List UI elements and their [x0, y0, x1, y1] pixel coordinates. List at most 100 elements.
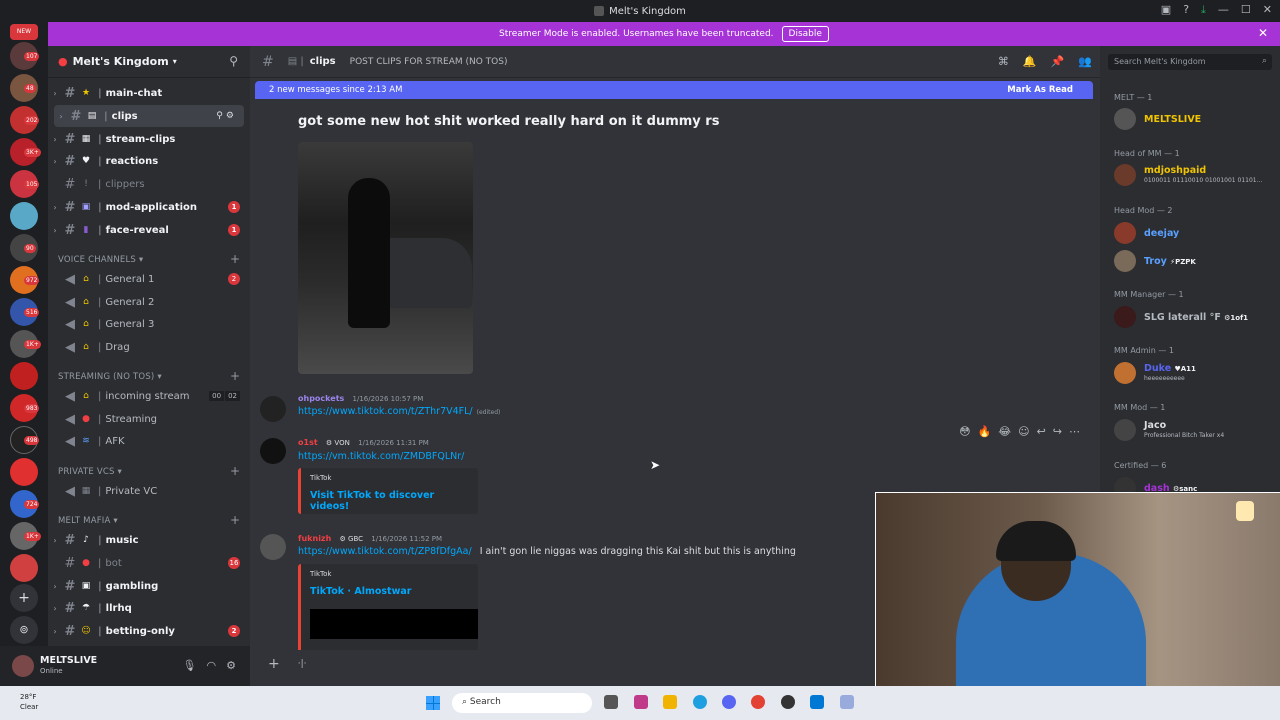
discord-icon[interactable] [722, 695, 736, 709]
hash-icon: # [262, 53, 274, 70]
member-list-icon[interactable]: 👥 [1078, 55, 1092, 68]
close-window-button[interactable]: ✕ [1263, 3, 1272, 17]
bell-icon[interactable]: 🔔 [1023, 55, 1037, 68]
server-icon[interactable] [10, 362, 38, 390]
member-item[interactable]: deejay [1110, 219, 1280, 249]
pin-icon[interactable]: 📌 [1051, 55, 1065, 68]
embed-video-thumbnail[interactable] [310, 609, 478, 639]
headphones-icon[interactable]: ◠ [207, 659, 217, 672]
add-reaction-icon[interactable]: ☺ [1018, 425, 1029, 438]
channel-item-active[interactable]: › # ▤ | clips ⚲ ⚙ [54, 105, 244, 127]
new-messages-bar[interactable]: 2 new messages since 2:13 AM Mark As Rea… [255, 81, 1093, 99]
add-server-icon[interactable]: + [10, 584, 38, 612]
channel-item[interactable]: › # ♪ | music [48, 529, 250, 551]
disable-button[interactable]: Disable [781, 26, 829, 42]
close-icon[interactable]: ✕ [1258, 26, 1268, 40]
server-icon[interactable]: NEW [10, 24, 38, 40]
inbox-icon[interactable]: ▣ [1161, 3, 1171, 17]
add-channel-icon[interactable]: + [230, 513, 240, 527]
avatar[interactable] [260, 396, 286, 422]
weather-widget[interactable]: 28°F Clear [20, 692, 38, 712]
settings-icon[interactable]: ⚲ ⚙ [216, 111, 234, 121]
channel-item[interactable]: # ● | bot 16 [48, 552, 250, 574]
taskbar-search[interactable]: ⌕ Search [452, 693, 592, 713]
private-category[interactable]: PRIVATE VCS ▾ + [58, 464, 240, 478]
message-link[interactable]: https://www.tiktok.com/t/ZP8fDfgAa/ [298, 546, 472, 557]
member-item[interactable]: Troy ⚡PZPK [1110, 247, 1280, 277]
gear-icon[interactable]: ⚙ [226, 659, 236, 672]
add-channel-icon[interactable]: + [230, 369, 240, 383]
avatar[interactable] [260, 438, 286, 464]
voice-channel-item[interactable]: ◀ ≋ | AFK [48, 430, 250, 452]
mark-as-read-button[interactable]: Mark As Read [1007, 85, 1073, 95]
channel-item[interactable]: › # ☂ | llrhq [48, 597, 250, 619]
chrome-icon[interactable] [751, 695, 765, 709]
message-link[interactable]: https://vm.tiktok.com/ZMDBFQLNr/ [298, 451, 464, 462]
streaming-category[interactable]: STREAMING (NO TOS) ▾ + [58, 369, 240, 383]
server-icon[interactable] [10, 554, 38, 582]
minimize-button[interactable]: — [1218, 3, 1229, 17]
channel-item[interactable]: › # ♥ | reactions [48, 150, 250, 172]
voice-channel-item[interactable]: ◀ ⌂ | General 2 [48, 291, 250, 313]
channel-item[interactable]: › # ☺ | betting-only 2 [48, 620, 250, 642]
reaction-laugh-icon[interactable]: 😂 [998, 425, 1011, 438]
avatar[interactable] [12, 655, 34, 677]
app-icon[interactable] [634, 695, 648, 709]
add-channel-icon[interactable]: + [230, 252, 240, 266]
member-item[interactable]: Jaco Professional Bitch Taker x4 [1110, 416, 1280, 446]
add-member-icon[interactable]: ⚲ [229, 54, 238, 68]
channel-item[interactable]: # ! | clippers [48, 173, 250, 195]
voice-record-icon[interactable]: ·|· [298, 659, 307, 669]
embed-title[interactable]: TikTok · Almostwar [310, 586, 469, 597]
member-item[interactable]: SLG laterall °F ⚙1of1 [1110, 303, 1280, 333]
voice-channel-item[interactable]: ◀ ⌂ | General 3 [48, 313, 250, 335]
download-icon[interactable]: ⤓ [1201, 3, 1206, 17]
server-icon[interactable] [10, 458, 38, 486]
server-icon[interactable] [10, 202, 38, 230]
video-attachment[interactable] [298, 142, 473, 374]
voice-channel-item[interactable]: ◀ ⌂ | Drag [48, 336, 250, 358]
task-view-icon[interactable] [604, 695, 618, 709]
mafia-category[interactable]: MELT MAFIA ▾ + [58, 513, 240, 527]
channel-emoji-icon: ▤ | [287, 56, 304, 67]
channel-item[interactable]: › # ▦ | stream-clips [48, 128, 250, 150]
voice-channel-item[interactable]: ◀ ● | Streaming [48, 408, 250, 430]
channel-item[interactable]: › # ★ | main-chat [48, 82, 250, 104]
channel-item[interactable]: › # ▣ | gambling [48, 575, 250, 597]
member-item[interactable]: MELTSLIVE [1110, 105, 1280, 135]
reply-icon[interactable]: ↩ [1037, 425, 1046, 438]
channel-item[interactable]: › # ▣ | mod-application 1 [48, 196, 250, 218]
microphone-icon[interactable]: 🎙 [183, 659, 197, 672]
start-button[interactable] [426, 696, 440, 710]
more-icon[interactable]: ⋯ [1069, 425, 1080, 438]
voice-channel-item[interactable]: ◀ ⌂ | incoming stream 00 02 [48, 385, 250, 407]
add-attachment-icon[interactable]: + [268, 656, 280, 672]
reaction-fire-icon[interactable]: 🔥 [978, 425, 992, 438]
username[interactable]: ohpockets [298, 394, 344, 403]
search-input[interactable]: Search Melt's Kingdom ⌕ [1108, 54, 1272, 70]
voice-category[interactable]: VOICE CHANNELS ▾ + [58, 252, 240, 266]
edge-icon[interactable] [693, 695, 707, 709]
member-item[interactable]: mdjoshpaid 0100011 01110010 01001001 011… [1110, 161, 1280, 191]
store-icon[interactable] [810, 695, 824, 709]
username[interactable]: fuknizh [298, 534, 331, 543]
maximize-button[interactable]: ☐ [1241, 3, 1251, 17]
file-explorer-icon[interactable] [663, 695, 677, 709]
voice-channel-item[interactable]: ◀ ⌂ | General 1 2 [48, 268, 250, 290]
add-channel-icon[interactable]: + [230, 464, 240, 478]
embed-title[interactable]: Visit TikTok to discover videos! [310, 490, 469, 512]
username[interactable]: o1st [298, 438, 318, 447]
message-link[interactable]: https://www.tiktok.com/t/ZThr7V4FL/ [298, 406, 473, 417]
discover-icon[interactable]: ⊚ [10, 616, 38, 644]
reaction-flushed-icon[interactable]: 😳 [959, 425, 970, 438]
avatar[interactable] [260, 534, 286, 560]
channel-item[interactable]: › # ▮ | face-reveal 1 [48, 219, 250, 241]
guild-header[interactable]: ● Melt's Kingdom ▾ ⚲ [48, 46, 250, 78]
obs-icon[interactable] [781, 695, 795, 709]
threads-icon[interactable]: ⌘ [998, 55, 1009, 68]
member-item[interactable]: Duke ♥A11 heeeeeeeeee [1110, 359, 1280, 389]
voice-channel-item[interactable]: ◀ ▦ | Private VC [48, 480, 250, 502]
help-icon[interactable]: ? [1183, 3, 1189, 17]
forward-icon[interactable]: ↪ [1053, 425, 1062, 438]
app-icon[interactable] [840, 695, 854, 709]
